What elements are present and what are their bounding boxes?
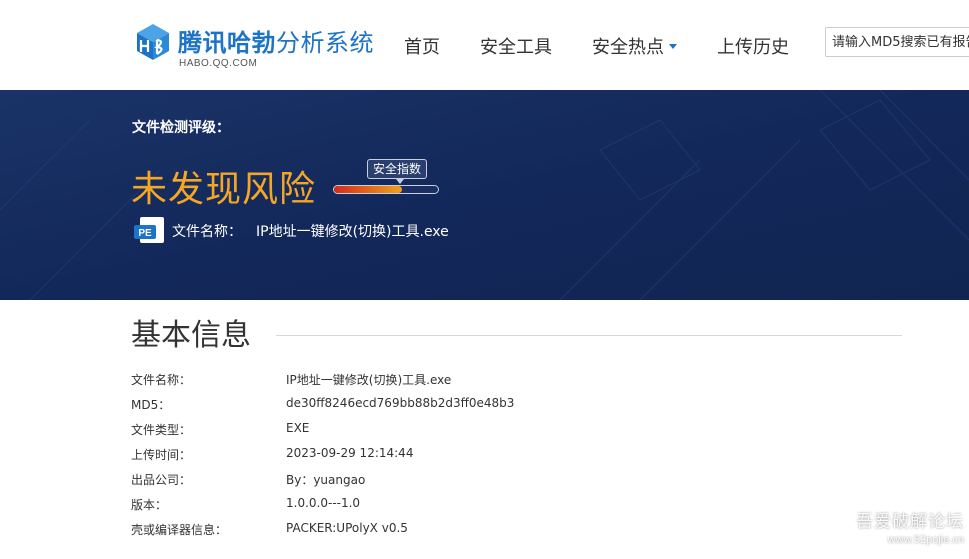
main-nav: 首页 安全工具 安全热点 上传历史 <box>404 34 829 62</box>
grade-label: 文件检测评级： <box>132 120 230 136</box>
banner-file-value: IP地址一键修改(切换)工具.exe <box>256 224 449 240</box>
top-header: 腾讯哈勃分析系统 HABO.QQ.COM 首页 安全工具 安全热点 上传历史 <box>0 0 969 90</box>
logo-subtitle: HABO.QQ.COM <box>179 58 258 69</box>
safety-index-fill <box>334 186 402 193</box>
info-value: By：yuangao <box>286 473 366 487</box>
nav-security-tools-label: 安全工具 <box>480 37 552 58</box>
safety-index-bar <box>333 185 439 194</box>
forum-watermark: 吾爱破解论坛 www.52pojie.cn <box>849 512 964 548</box>
watermark-url: www.52pojie.cn <box>887 534 964 546</box>
nav-upload-history-label: 上传历史 <box>717 37 789 58</box>
safety-index-tag: 安全指数 <box>367 159 428 184</box>
watermark-title: 吾爱破解论坛 <box>856 512 964 532</box>
banner-file-label: 文件名称： <box>172 224 242 240</box>
info-label: 壳或编译器信息： <box>131 523 228 537</box>
habo-cube-icon <box>137 24 169 60</box>
pe-file-icon: PE <box>134 217 164 243</box>
md5-search-input[interactable] <box>826 28 969 56</box>
info-label: 上传时间： <box>131 448 192 462</box>
section-divider <box>276 335 902 336</box>
info-label: 文件类型： <box>131 423 192 437</box>
info-label: 文件名称： <box>131 373 192 387</box>
nav-home[interactable]: 首页 <box>404 34 440 62</box>
info-value: de30ff8246ecd769bb88b2d3ff0e48b3 <box>286 396 515 410</box>
basic-info-title: 基本信息 <box>131 318 251 353</box>
info-label: 出品公司： <box>131 473 192 487</box>
md5-search-box <box>825 27 969 57</box>
info-value: IP地址一键修改(切换)工具.exe <box>286 373 452 387</box>
chevron-down-icon <box>669 44 677 49</box>
banner-file-name: 文件名称： IP地址一键修改(切换)工具.exe <box>172 221 449 241</box>
verdict-text: 未发现风险 <box>131 169 317 210</box>
habo-logo[interactable]: 腾讯哈勃分析系统 HABO.QQ.COM <box>133 20 374 72</box>
nav-security-hotspots[interactable]: 安全热点 <box>592 34 677 62</box>
nav-upload-history[interactable]: 上传历史 <box>717 34 789 62</box>
info-label: 版本： <box>131 498 168 512</box>
nav-security-tools[interactable]: 安全工具 <box>480 34 552 62</box>
info-value: 1.0.0.0---1.0 <box>286 496 361 510</box>
info-label: MD5： <box>131 398 171 412</box>
info-value: 2023-09-29 12:14:44 <box>286 446 414 460</box>
pe-icon-label: PE <box>138 228 152 239</box>
info-value: EXE <box>286 421 310 435</box>
logo-system: 分析系统 <box>276 29 374 57</box>
result-banner: 文件检测评级： 未发现风险 安全指数 PE 文件名称： IP地址一键修改(切换)工… <box>0 90 969 300</box>
logo-title: 腾讯哈勃分析系统 <box>178 28 374 58</box>
nav-home-label: 首页 <box>404 37 440 58</box>
info-value: PACKER:UPolyX v0.5 <box>286 521 408 535</box>
logo-brand: 腾讯哈勃 <box>178 29 276 57</box>
nav-security-hotspots-label: 安全热点 <box>592 37 664 58</box>
